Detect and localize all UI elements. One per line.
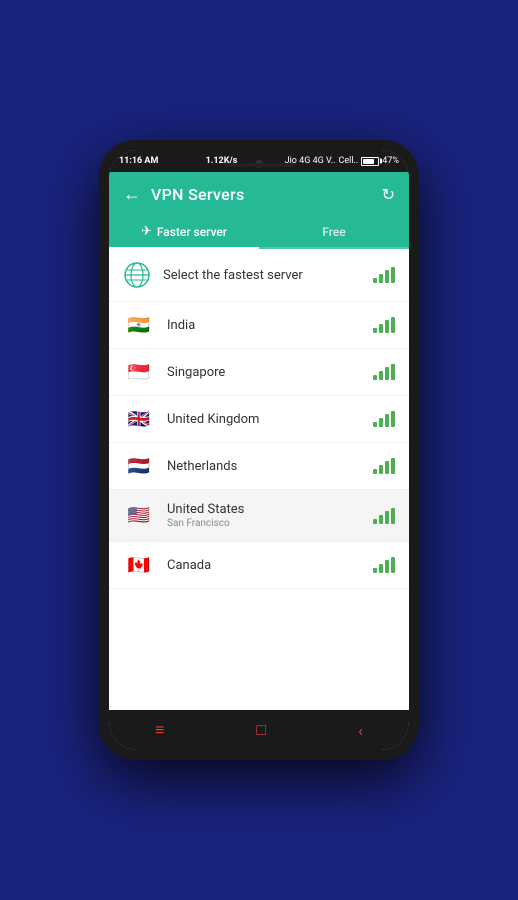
- bar1: [373, 375, 377, 380]
- bar1: [373, 519, 377, 524]
- globe-icon: [123, 261, 151, 289]
- bar4: [391, 267, 395, 283]
- bar1: [373, 422, 377, 427]
- server-item-singapore[interactable]: 🇸🇬 Singapore: [109, 349, 409, 396]
- signal-bars-india: [373, 317, 395, 333]
- server-item-netherlands[interactable]: 🇳🇱 Netherlands: [109, 443, 409, 490]
- server-item-fastest[interactable]: Select the fastest server: [109, 249, 409, 302]
- canada-server-info: Canada: [167, 558, 373, 573]
- bar4: [391, 364, 395, 380]
- signal-bars-singapore: [373, 364, 395, 380]
- screen: 11:16 AM 1.12K/s Jio 4G 4G V.. Cell.. 47…: [109, 150, 409, 750]
- singapore-server-name: Singapore: [167, 365, 373, 380]
- faster-tab-icon: ✈: [141, 224, 152, 239]
- us-server-name: United States: [167, 502, 373, 517]
- bar3: [385, 560, 389, 573]
- fastest-server-name: Select the fastest server: [163, 268, 373, 283]
- singapore-server-info: Singapore: [167, 365, 373, 380]
- bar3: [385, 367, 389, 380]
- bar2: [379, 274, 383, 283]
- bar2: [379, 515, 383, 524]
- signal-bars-us: [373, 508, 395, 524]
- netherlands-server-info: Netherlands: [167, 459, 373, 474]
- uk-server-info: United Kingdom: [167, 412, 373, 427]
- flag-india: 🇮🇳: [123, 314, 155, 336]
- bar4: [391, 508, 395, 524]
- server-item-us[interactable]: 🇺🇸 United States San Francisco: [109, 490, 409, 542]
- bar2: [379, 371, 383, 380]
- server-item-canada[interactable]: 🇨🇦 Canada: [109, 542, 409, 589]
- signal-bars-uk: [373, 411, 395, 427]
- bar1: [373, 568, 377, 573]
- india-server-name: India: [167, 318, 373, 333]
- header-title: VPN Servers: [151, 185, 382, 204]
- flag-netherlands: 🇳🇱: [123, 455, 155, 477]
- tab-free[interactable]: Free: [259, 216, 409, 247]
- back-button[interactable]: ←: [123, 184, 141, 205]
- bar3: [385, 511, 389, 524]
- tabs-bar: ✈ Faster server Free: [109, 216, 409, 249]
- india-server-info: India: [167, 318, 373, 333]
- bar1: [373, 469, 377, 474]
- bar2: [379, 465, 383, 474]
- bar3: [385, 320, 389, 333]
- bar3: [385, 461, 389, 474]
- bar1: [373, 278, 377, 283]
- server-item-uk[interactable]: 🇬🇧 United Kingdom: [109, 396, 409, 443]
- us-server-info: United States San Francisco: [167, 502, 373, 529]
- bar4: [391, 557, 395, 573]
- bar2: [379, 564, 383, 573]
- menu-button[interactable]: ≡: [155, 720, 164, 740]
- status-time: 11:16 AM: [119, 156, 158, 166]
- status-right: Jio 4G 4G V.. Cell.. 47%: [285, 156, 399, 166]
- signal-bars-fastest: [373, 267, 395, 283]
- server-list: Select the fastest server 🇮🇳 India: [109, 249, 409, 710]
- app-header: ← VPN Servers ↻: [109, 172, 409, 216]
- flag-us: 🇺🇸: [123, 505, 155, 527]
- uk-server-name: United Kingdom: [167, 412, 373, 427]
- server-item-india[interactable]: 🇮🇳 India: [109, 302, 409, 349]
- phone-frame: 11:16 AM 1.12K/s Jio 4G 4G V.. Cell.. 47…: [99, 140, 419, 760]
- bar2: [379, 324, 383, 333]
- us-server-sub: San Francisco: [167, 518, 373, 529]
- fastest-server-info: Select the fastest server: [163, 268, 373, 283]
- signal-bars-netherlands: [373, 458, 395, 474]
- nav-bar: ≡ □ ‹: [109, 710, 409, 750]
- battery-icon: [361, 157, 379, 166]
- flag-canada: 🇨🇦: [123, 554, 155, 576]
- bar3: [385, 270, 389, 283]
- free-tab-label: Free: [322, 225, 345, 239]
- faster-tab-label: Faster server: [157, 225, 227, 239]
- tab-faster[interactable]: ✈ Faster server: [109, 216, 259, 247]
- back-nav-button[interactable]: ‹: [358, 721, 363, 740]
- bar2: [379, 418, 383, 427]
- status-cell: Cell..: [339, 156, 359, 166]
- flag-singapore: 🇸🇬: [123, 361, 155, 383]
- bar4: [391, 317, 395, 333]
- refresh-button[interactable]: ↻: [382, 185, 395, 204]
- signal-bars-canada: [373, 557, 395, 573]
- bar3: [385, 414, 389, 427]
- bar1: [373, 328, 377, 333]
- flag-uk: 🇬🇧: [123, 408, 155, 430]
- phone-inner: 11:16 AM 1.12K/s Jio 4G 4G V.. Cell.. 47…: [109, 150, 409, 750]
- bar4: [391, 411, 395, 427]
- home-button[interactable]: □: [256, 720, 266, 740]
- netherlands-server-name: Netherlands: [167, 459, 373, 474]
- status-battery: 47%: [382, 156, 399, 166]
- bar4: [391, 458, 395, 474]
- speaker: [224, 163, 294, 167]
- canada-server-name: Canada: [167, 558, 373, 573]
